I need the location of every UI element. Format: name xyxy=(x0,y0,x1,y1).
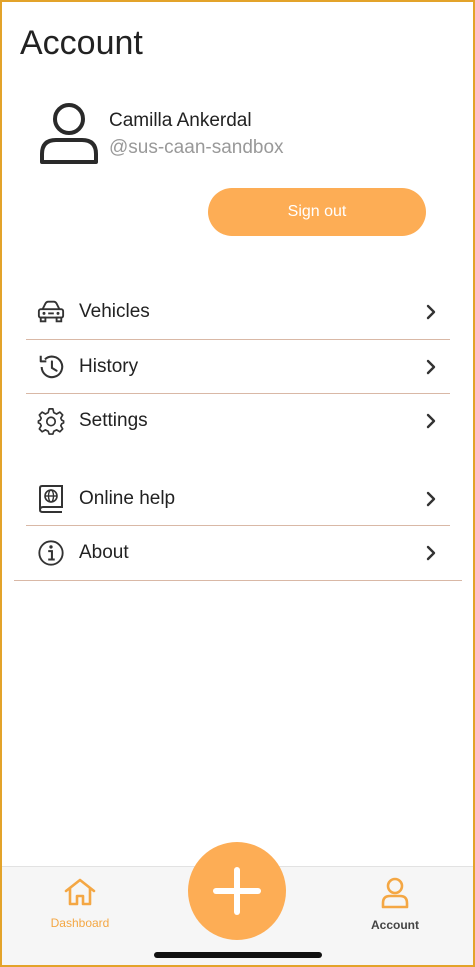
add-button[interactable] xyxy=(188,842,286,940)
menu-label-history: History xyxy=(79,356,139,377)
page-title: Account xyxy=(20,24,143,62)
sign-out-button[interactable]: Sign out xyxy=(208,188,426,236)
menu-item-online-help[interactable]: Online help xyxy=(26,472,450,526)
help-book-icon xyxy=(37,485,65,513)
tab-label-account: Account xyxy=(371,918,419,932)
chevron-right-icon xyxy=(426,413,436,429)
divider xyxy=(14,580,462,581)
user-icon xyxy=(381,877,409,909)
history-icon xyxy=(37,353,65,381)
home-icon xyxy=(64,878,96,906)
home-indicator xyxy=(154,952,322,958)
gear-icon xyxy=(37,407,65,435)
menu-label-online-help: Online help xyxy=(79,488,176,509)
chevron-right-icon xyxy=(426,359,436,375)
chevron-right-icon xyxy=(426,491,436,507)
plus-icon xyxy=(213,867,261,915)
chevron-right-icon xyxy=(426,304,436,320)
user-avatar-icon xyxy=(40,103,98,164)
profile-name: Camilla Ankerdal xyxy=(109,110,252,131)
menu-label-settings: Settings xyxy=(79,410,148,431)
app-screen: Account Camilla Ankerdal @sus-caan-sandb… xyxy=(0,0,475,967)
tab-account[interactable]: Account xyxy=(350,877,440,932)
chevron-right-icon xyxy=(426,545,436,561)
menu-label-vehicles: Vehicles xyxy=(79,301,150,322)
info-icon xyxy=(37,539,65,567)
menu-label-about: About xyxy=(79,542,129,563)
menu-item-settings[interactable]: Settings xyxy=(26,394,450,448)
menu-item-vehicles[interactable]: Vehicles xyxy=(26,285,450,339)
car-icon xyxy=(37,298,65,326)
tab-label-dashboard: Dashboard xyxy=(50,916,110,930)
profile-handle: @sus-caan-sandbox xyxy=(109,137,284,158)
tab-dashboard[interactable]: Dashboard xyxy=(35,877,125,930)
menu-item-about[interactable]: About xyxy=(26,526,450,580)
menu-item-history[interactable]: History xyxy=(26,340,450,394)
